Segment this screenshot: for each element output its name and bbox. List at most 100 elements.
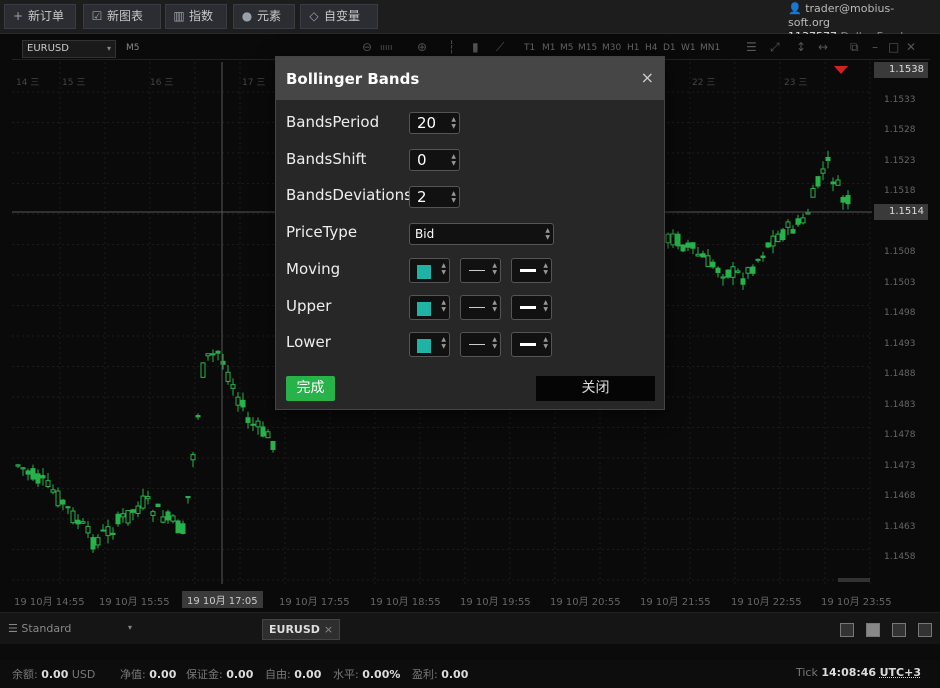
lower-line-width-select[interactable]: ▲ ▼ <box>511 332 552 357</box>
bands-shift-input[interactable]: 0 ▲ ▼ <box>409 149 460 171</box>
indicators-button[interactable]: ▥ 指数 <box>165 4 227 29</box>
current-timeframe: M5 <box>126 43 140 53</box>
bollinger-bands-dialog: Bollinger Bands × BandsPeriod 20 ▲ ▼ Band… <box>275 56 665 410</box>
margin-level: 水平: 0.00% <box>333 668 401 681</box>
candle-body <box>820 168 826 174</box>
candle-body <box>760 255 766 259</box>
line-chart-icon[interactable]: ⟋ <box>496 40 504 55</box>
zoom-out-icon[interactable]: ⊖ <box>362 40 372 54</box>
zoom-slider[interactable]: ııııı <box>380 43 393 53</box>
symbol-select[interactable]: EURUSD ▾ <box>22 40 116 58</box>
candle-body <box>770 235 776 247</box>
alert-marker <box>834 66 848 74</box>
candle-body <box>745 267 751 274</box>
candle-body <box>125 510 131 524</box>
select-arrows-icon: ▲ ▼ <box>543 299 548 313</box>
settings-icon[interactable]: ☰ <box>746 40 757 54</box>
candle-body <box>780 229 786 240</box>
candle-body <box>75 519 81 525</box>
time-label: 19 10月 15:55 <box>99 597 170 608</box>
stepper-arrows-icon[interactable]: ▲ ▼ <box>451 190 456 204</box>
stepper-arrows-icon[interactable]: ▲ ▼ <box>451 116 456 130</box>
lower-line-style-select[interactable]: ▲ ▼ <box>460 332 501 357</box>
line-width-icon <box>520 269 536 272</box>
time-label: 19 10月 20:55 <box>550 597 621 608</box>
time-axis[interactable]: 19 10月 14:55 19 10月 15:55 19 10月 17:05 1… <box>12 590 892 610</box>
chart-tab-eurusd[interactable]: EURUSD × <box>262 619 341 640</box>
trading-app: + 新订单 ☑ 新图表 ▥ 指数 ● 元素 ◇ 自变量 👤 trader@mobius-s… <box>0 0 940 688</box>
candle-body <box>670 233 676 246</box>
variables-button[interactable]: ◇ 自变量 <box>300 4 378 29</box>
upper-line-style-select[interactable]: ▲ ▼ <box>460 295 501 320</box>
close-chart-icon[interactable]: ✕ <box>906 40 916 54</box>
time-label: 19 10月 19:55 <box>460 597 531 608</box>
close-icon[interactable]: × <box>641 68 654 87</box>
timeframe-h1[interactable]: H1 <box>627 43 640 53</box>
upper-color-picker[interactable]: ▲ ▼ <box>409 295 450 320</box>
candle-body <box>765 242 771 248</box>
timeframe-m1[interactable]: M1 <box>542 43 556 53</box>
price-tick-label: 1.1533 <box>884 94 916 105</box>
moving-line-style-select[interactable]: ▲ ▼ <box>460 258 501 283</box>
timeframe-m5[interactable]: M5 <box>560 43 574 53</box>
close-button[interactable]: 关闭 <box>536 376 655 401</box>
expand-icon[interactable]: ⤢ <box>770 40 780 55</box>
layout-grid-icon[interactable] <box>866 623 880 637</box>
bars-icon[interactable]: ┆ <box>448 40 455 54</box>
select-arrows-icon: ▲ ▼ <box>441 262 446 276</box>
moving-color-picker[interactable]: ▲ ▼ <box>409 258 450 283</box>
candle-body <box>815 176 821 187</box>
candle-body <box>205 353 211 357</box>
price-tick-label: 1.1473 <box>884 460 916 471</box>
minimize-icon[interactable]: – <box>872 40 878 54</box>
new-chart-button[interactable]: ☑ 新图表 <box>83 4 161 29</box>
bands-deviations-input[interactable]: 2 ▲ ▼ <box>409 186 460 208</box>
upper-line-width-select[interactable]: ▲ ▼ <box>511 295 552 320</box>
timeframe-mn1[interactable]: MN1 <box>700 43 720 53</box>
maximize-icon[interactable]: □ <box>888 40 899 54</box>
horizontal-arrows-icon[interactable]: ↔ <box>818 40 828 54</box>
done-button[interactable]: 完成 <box>286 376 335 401</box>
candle-body <box>825 156 831 161</box>
lower-color-picker[interactable]: ▲ ▼ <box>409 332 450 357</box>
plus-icon: + <box>12 9 24 23</box>
price-type-select[interactable]: Bid ▲ ▼ <box>409 223 554 245</box>
layout-columns-icon[interactable] <box>892 623 906 637</box>
candle-body <box>840 196 846 203</box>
price-tick-label: 1.1508 <box>884 247 916 257</box>
timeframe-w1[interactable]: W1 <box>681 43 696 53</box>
candles-icon[interactable]: ▮ <box>472 40 479 54</box>
chevron-down-icon: ▾ <box>127 623 132 632</box>
timeframe-t1[interactable]: T1 <box>524 43 535 53</box>
timeframe-h4[interactable]: H4 <box>645 43 658 53</box>
layout-rows-icon[interactable] <box>918 623 932 637</box>
zoom-in-icon[interactable]: ⊕ <box>417 40 427 54</box>
candle-body <box>245 417 251 423</box>
price-scale[interactable]: 1.1538 1.1514 1.1533 1.1528 1.1523 1.1518 1.… <box>872 62 930 584</box>
candle-body <box>100 529 106 532</box>
main-toolbar: + 新订单 ☑ 新图表 ▥ 指数 ● 元素 ◇ 自变量 👤 trader@mobius-s… <box>0 0 940 43</box>
timeframe-d1[interactable]: D1 <box>663 43 676 53</box>
candle-body <box>110 532 116 535</box>
candle-body <box>30 468 36 480</box>
equity: 净值: 0.00 <box>120 668 177 681</box>
margin: 保证金: 0.00 <box>186 668 254 681</box>
candle-body <box>185 495 191 499</box>
vertical-arrows-icon[interactable]: ↕ <box>796 40 806 54</box>
stepper-arrows-icon[interactable]: ▲ ▼ <box>451 153 456 167</box>
moving-line-width-select[interactable]: ▲ ▼ <box>511 258 552 283</box>
candle-body <box>150 511 156 516</box>
candle-body <box>35 473 41 484</box>
layout-select[interactable]: ☰ Standard ▾ <box>8 622 132 635</box>
bands-shift-label: BandsShift <box>286 150 367 168</box>
close-tab-icon[interactable]: × <box>324 623 333 636</box>
elements-button[interactable]: ● 元素 <box>233 4 295 29</box>
candle-body <box>50 489 56 493</box>
timeframe-m30[interactable]: M30 <box>602 43 621 53</box>
timeframe-m15[interactable]: M15 <box>578 43 597 53</box>
bands-period-input[interactable]: 20 ▲ ▼ <box>409 112 460 134</box>
bands-deviations-label: BandsDeviations <box>286 186 412 204</box>
layout-single-icon[interactable] <box>840 623 854 637</box>
popout-icon[interactable]: ⧉ <box>850 40 859 55</box>
new-order-button[interactable]: + 新订单 <box>4 4 76 29</box>
